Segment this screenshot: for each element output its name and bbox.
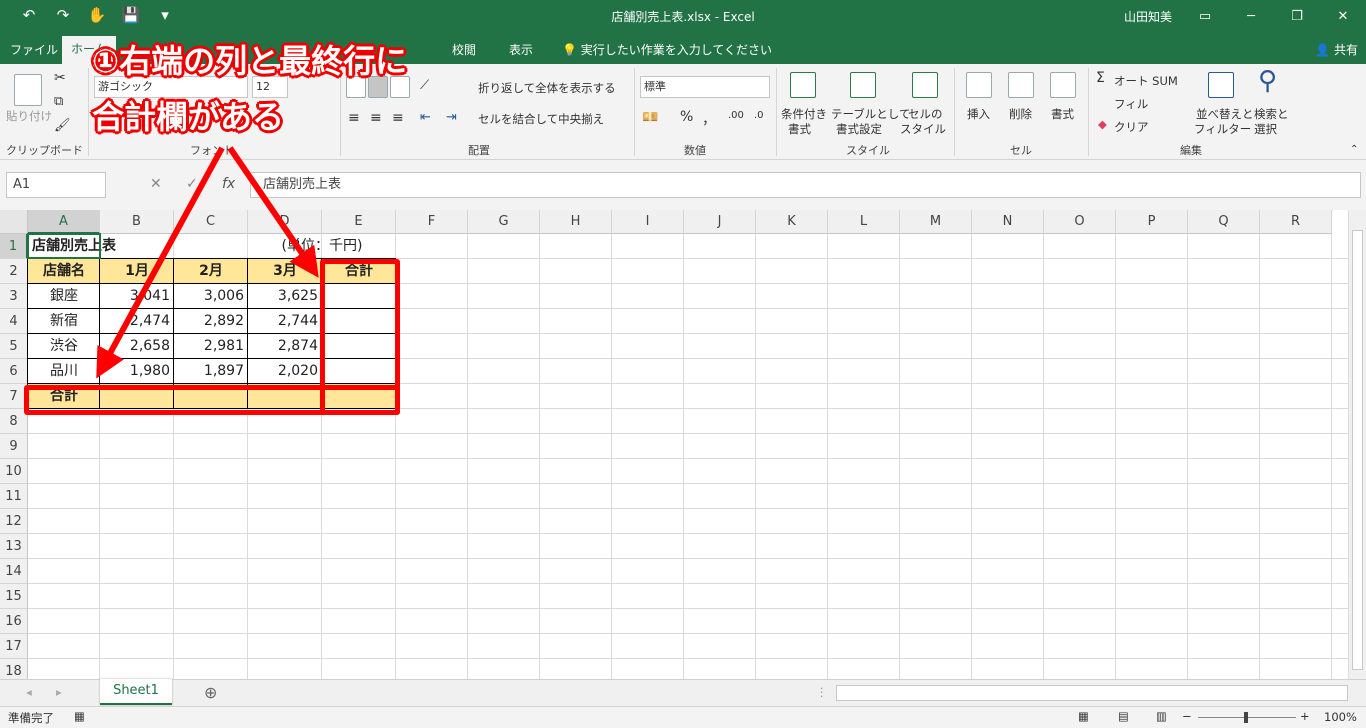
annotation-line-2: 合計欄がある	[92, 98, 285, 136]
annotation-line-1: ①右端の列と最終行に	[92, 42, 408, 80]
arrow-to-total-row	[96, 146, 225, 379]
arrow-to-total-column	[227, 146, 319, 278]
